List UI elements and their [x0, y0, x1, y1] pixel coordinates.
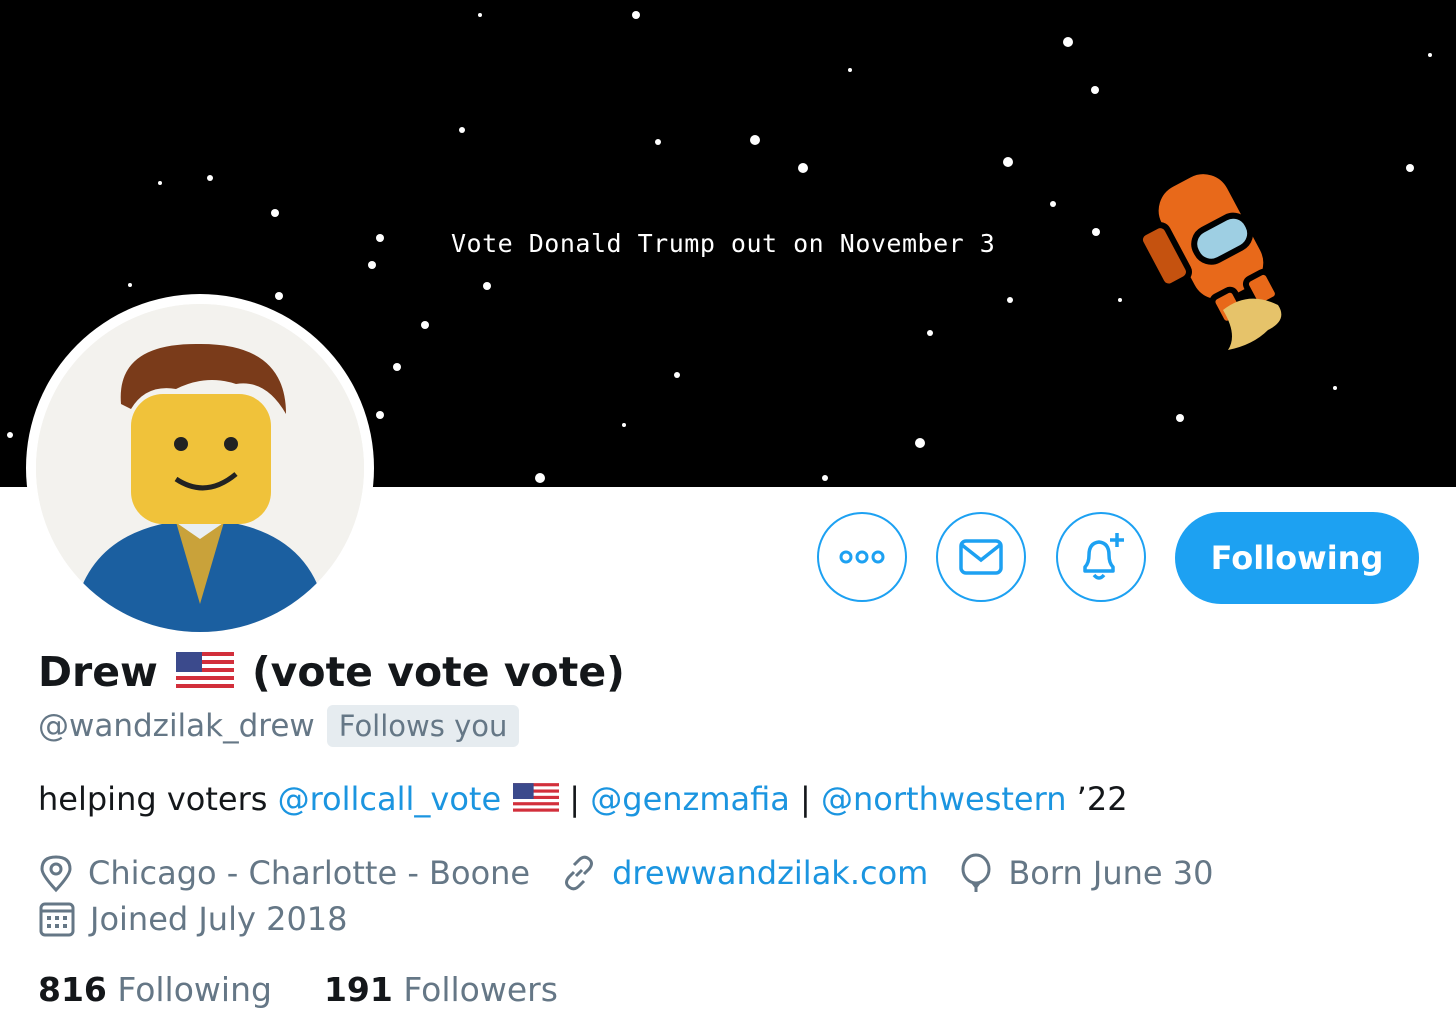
us-flag-icon — [175, 652, 234, 692]
display-name-suffix: (vote vote vote) — [251, 648, 625, 696]
location-item: Chicago - Charlotte - Boone — [38, 853, 530, 893]
website-link[interactable]: drewwandzilak.com — [612, 854, 928, 892]
message-button[interactable] — [936, 512, 1026, 602]
mention-genzmafia[interactable]: @genzmafia — [590, 780, 790, 818]
lego-figure-icon — [36, 304, 364, 632]
following-button[interactable]: Following — [1175, 512, 1419, 604]
username[interactable]: @wandzilak_drew — [38, 708, 315, 744]
avatar-image — [36, 304, 364, 632]
birthday-item: Born June 30 — [958, 853, 1214, 893]
balloon-icon — [961, 853, 991, 892]
joined-text: Joined July 2018 — [90, 900, 348, 938]
profile-avatar[interactable] — [26, 294, 374, 642]
profile-meta: Chicago - Charlotte - Boone drewwandzila… — [38, 853, 1244, 893]
location-pin-icon — [40, 855, 72, 893]
handle-row: @wandzilak_drew Follows you — [38, 705, 520, 747]
bio: helping voters @rollcall_vote | @genzmaf… — [38, 780, 1128, 818]
notifications-button[interactable] — [1056, 512, 1146, 602]
following-stat[interactable]: 816 Following — [38, 970, 272, 1009]
follows-you-badge: Follows you — [326, 705, 520, 747]
bio-prefix: helping voters — [38, 780, 278, 818]
following-count: 816 — [38, 970, 107, 1009]
us-flag-icon — [513, 783, 560, 815]
more-button[interactable] — [817, 512, 907, 602]
link-icon — [565, 855, 594, 891]
more-icon — [839, 550, 885, 564]
calendar-icon — [39, 902, 75, 937]
profile-meta-joined: Joined July 2018 — [38, 900, 378, 938]
mention-northwestern[interactable]: @northwestern — [821, 780, 1066, 818]
crewmate-icon — [1138, 168, 1282, 350]
website-item: drewwandzilak.com — [560, 854, 928, 892]
bio-separator: | — [789, 780, 821, 818]
followers-count: 191 — [323, 970, 393, 1009]
display-name: Drew (vote vote vote) — [38, 648, 625, 696]
bio-separator: | — [559, 780, 591, 818]
location-text: Chicago - Charlotte - Boone — [88, 854, 531, 892]
mention-rollcall-vote[interactable]: @rollcall_vote — [278, 780, 502, 818]
banner-text: Vote Donald Trump out on November 3 — [451, 229, 996, 258]
bio-suffix: ’22 — [1066, 780, 1128, 818]
display-name-text: Drew — [38, 648, 158, 696]
birthday-text: Born June 30 — [1008, 854, 1214, 892]
envelope-icon — [959, 539, 1003, 575]
joined-item: Joined July 2018 — [38, 900, 348, 938]
following-label: Following — [117, 970, 272, 1009]
followers-stat[interactable]: 191 Followers — [324, 970, 558, 1009]
bell-plus-icon — [1083, 533, 1124, 580]
followers-label: Followers — [403, 970, 558, 1009]
follow-stats: 816 Following 191 Followers — [38, 970, 610, 1009]
